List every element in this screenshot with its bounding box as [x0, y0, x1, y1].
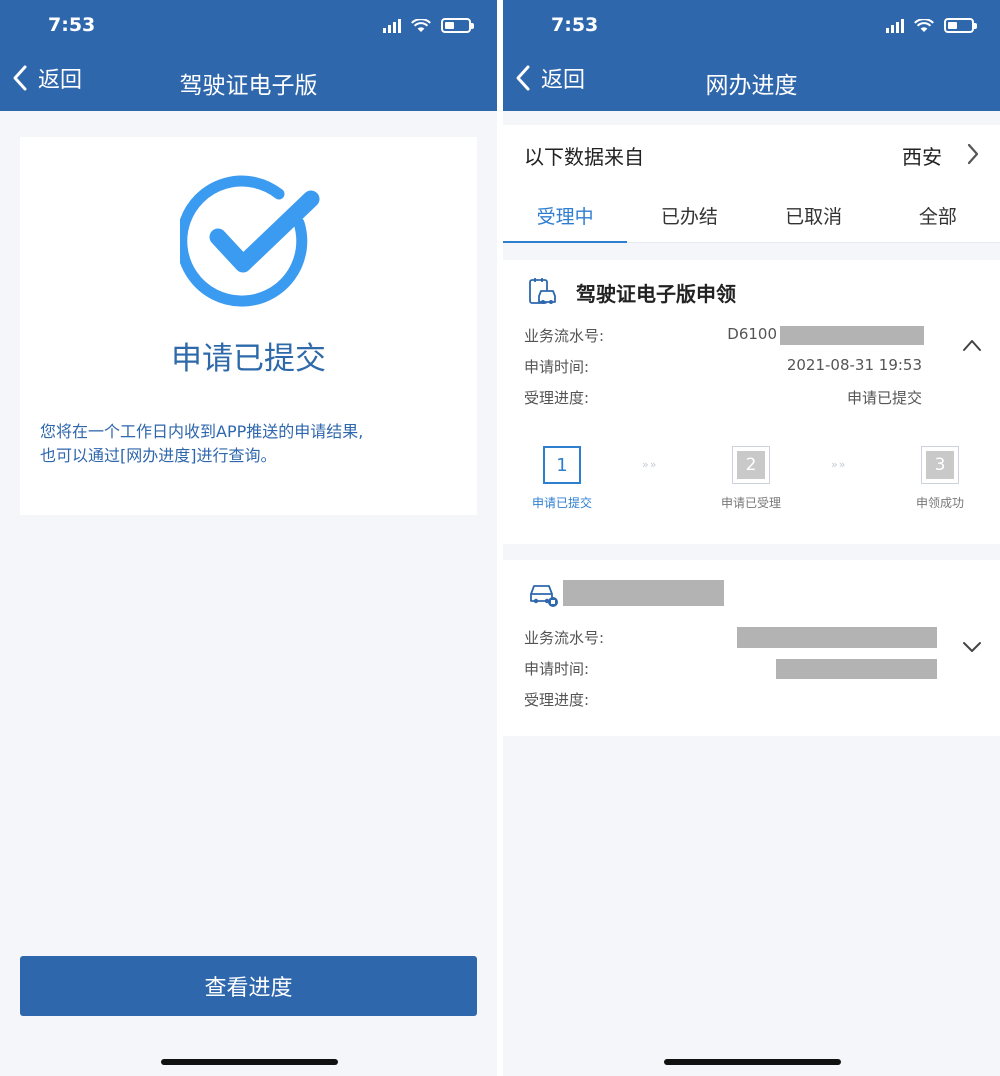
success-description: 您将在一个工作日内收到APP推送的申请结果, 也可以通过[网办进度]进行查询。: [40, 420, 460, 468]
home-indicator[interactable]: [663, 1059, 841, 1065]
nav-bar: 7:53 返回 网办进度: [503, 0, 1000, 111]
apply-time-label: 申请时间:: [524, 358, 590, 376]
left-screen: 7:53 返回 驾驶证电子版 申请已提交 您将在一个工作日内收到APP推送的申请…: [0, 0, 497, 1076]
car-icon: [530, 585, 558, 607]
data-source-selector[interactable]: 以下数据来自 西安: [503, 125, 1000, 185]
redacted-title: [563, 580, 724, 606]
success-title: 申请已提交: [171, 341, 326, 377]
check-circle-icon: [180, 175, 320, 307]
application-card: 业务流水号: 申请时间: 受理进度:: [503, 560, 1000, 736]
serial-number-label: 业务流水号:: [524, 629, 605, 647]
step-2-label: 申请已受理: [720, 496, 781, 510]
battery-icon: [944, 18, 977, 33]
view-progress-button[interactable]: 查看进度: [20, 956, 477, 1016]
description-line-1: 您将在一个工作日内收到APP推送的申请结果,: [40, 422, 364, 441]
tab-processing[interactable]: 受理中: [503, 185, 628, 243]
status-time: 7:53: [48, 14, 96, 36]
step-arrow: »»: [831, 458, 847, 471]
apply-time-value: 2021-08-31 19:53: [786, 356, 922, 374]
progress-value: 申请已提交: [846, 389, 922, 407]
back-button[interactable]: 返回: [10, 62, 82, 94]
home-indicator[interactable]: [160, 1059, 338, 1065]
step-3-box: 3: [921, 446, 959, 484]
success-card: 申请已提交 您将在一个工作日内收到APP推送的申请结果, 也可以通过[网办进度]…: [20, 137, 477, 515]
step-arrow: »»: [642, 458, 658, 471]
status-time: 7:53: [551, 14, 599, 36]
status-tabs: 受理中 已办结 已取消 全部: [503, 185, 1000, 243]
redacted-block: [780, 326, 924, 345]
chevron-right-icon: [967, 143, 979, 165]
redacted-block: [776, 659, 937, 679]
progress-label: 受理进度:: [524, 389, 590, 407]
back-label: 返回: [541, 68, 586, 93]
battery-icon: [441, 18, 474, 33]
chevron-down-icon[interactable]: [962, 640, 982, 654]
apply-time-label: 申请时间:: [524, 660, 590, 678]
step-1: 1 申请已提交: [522, 446, 602, 511]
step-2-box: 2: [732, 446, 770, 484]
wifi-icon: [914, 18, 934, 32]
application-card: 驾驶证电子版申领 业务流水号: D6100 申请时间: 2021-08-31 1…: [503, 260, 1000, 544]
tab-all[interactable]: 全部: [876, 185, 1000, 242]
step-2: 2 申请已受理: [711, 446, 791, 511]
chevron-left-icon: [13, 65, 27, 91]
step-3: 3 申领成功: [900, 446, 980, 511]
status-icons: [383, 18, 474, 33]
back-button[interactable]: 返回: [513, 62, 585, 94]
redacted-block: [737, 627, 937, 648]
progress-label: 受理进度:: [524, 691, 590, 709]
data-source-label: 以下数据来自: [524, 145, 644, 169]
step-1-number: 1: [543, 446, 581, 484]
wifi-icon: [411, 18, 431, 32]
card-title: 驾驶证电子版申领: [576, 282, 736, 306]
chevron-up-icon[interactable]: [962, 338, 982, 352]
document-car-icon: [529, 278, 556, 304]
description-line-2: 也可以通过[网办进度]进行查询。: [40, 446, 277, 465]
right-screen: 7:53 返回 网办进度 以下数据来自 西安 受理中 已办结 已取消 全部 驾驶…: [503, 0, 1000, 1076]
serial-number-value: D6100: [727, 325, 777, 343]
step-1-label: 申请已提交: [531, 496, 592, 510]
step-2-number: 2: [737, 451, 765, 479]
serial-number-label: 业务流水号:: [524, 327, 605, 345]
step-3-label: 申领成功: [915, 496, 964, 510]
data-source-city: 西安: [902, 145, 942, 169]
tab-cancelled[interactable]: 已取消: [752, 185, 876, 242]
tab-completed[interactable]: 已办结: [627, 185, 751, 242]
status-icons: [886, 18, 977, 33]
signal-icon: [886, 18, 904, 33]
chevron-left-icon: [516, 65, 530, 91]
back-label: 返回: [38, 68, 83, 93]
nav-bar: 7:53 返回 驾驶证电子版: [0, 0, 497, 111]
signal-icon: [383, 18, 401, 33]
step-3-number: 3: [926, 451, 954, 479]
